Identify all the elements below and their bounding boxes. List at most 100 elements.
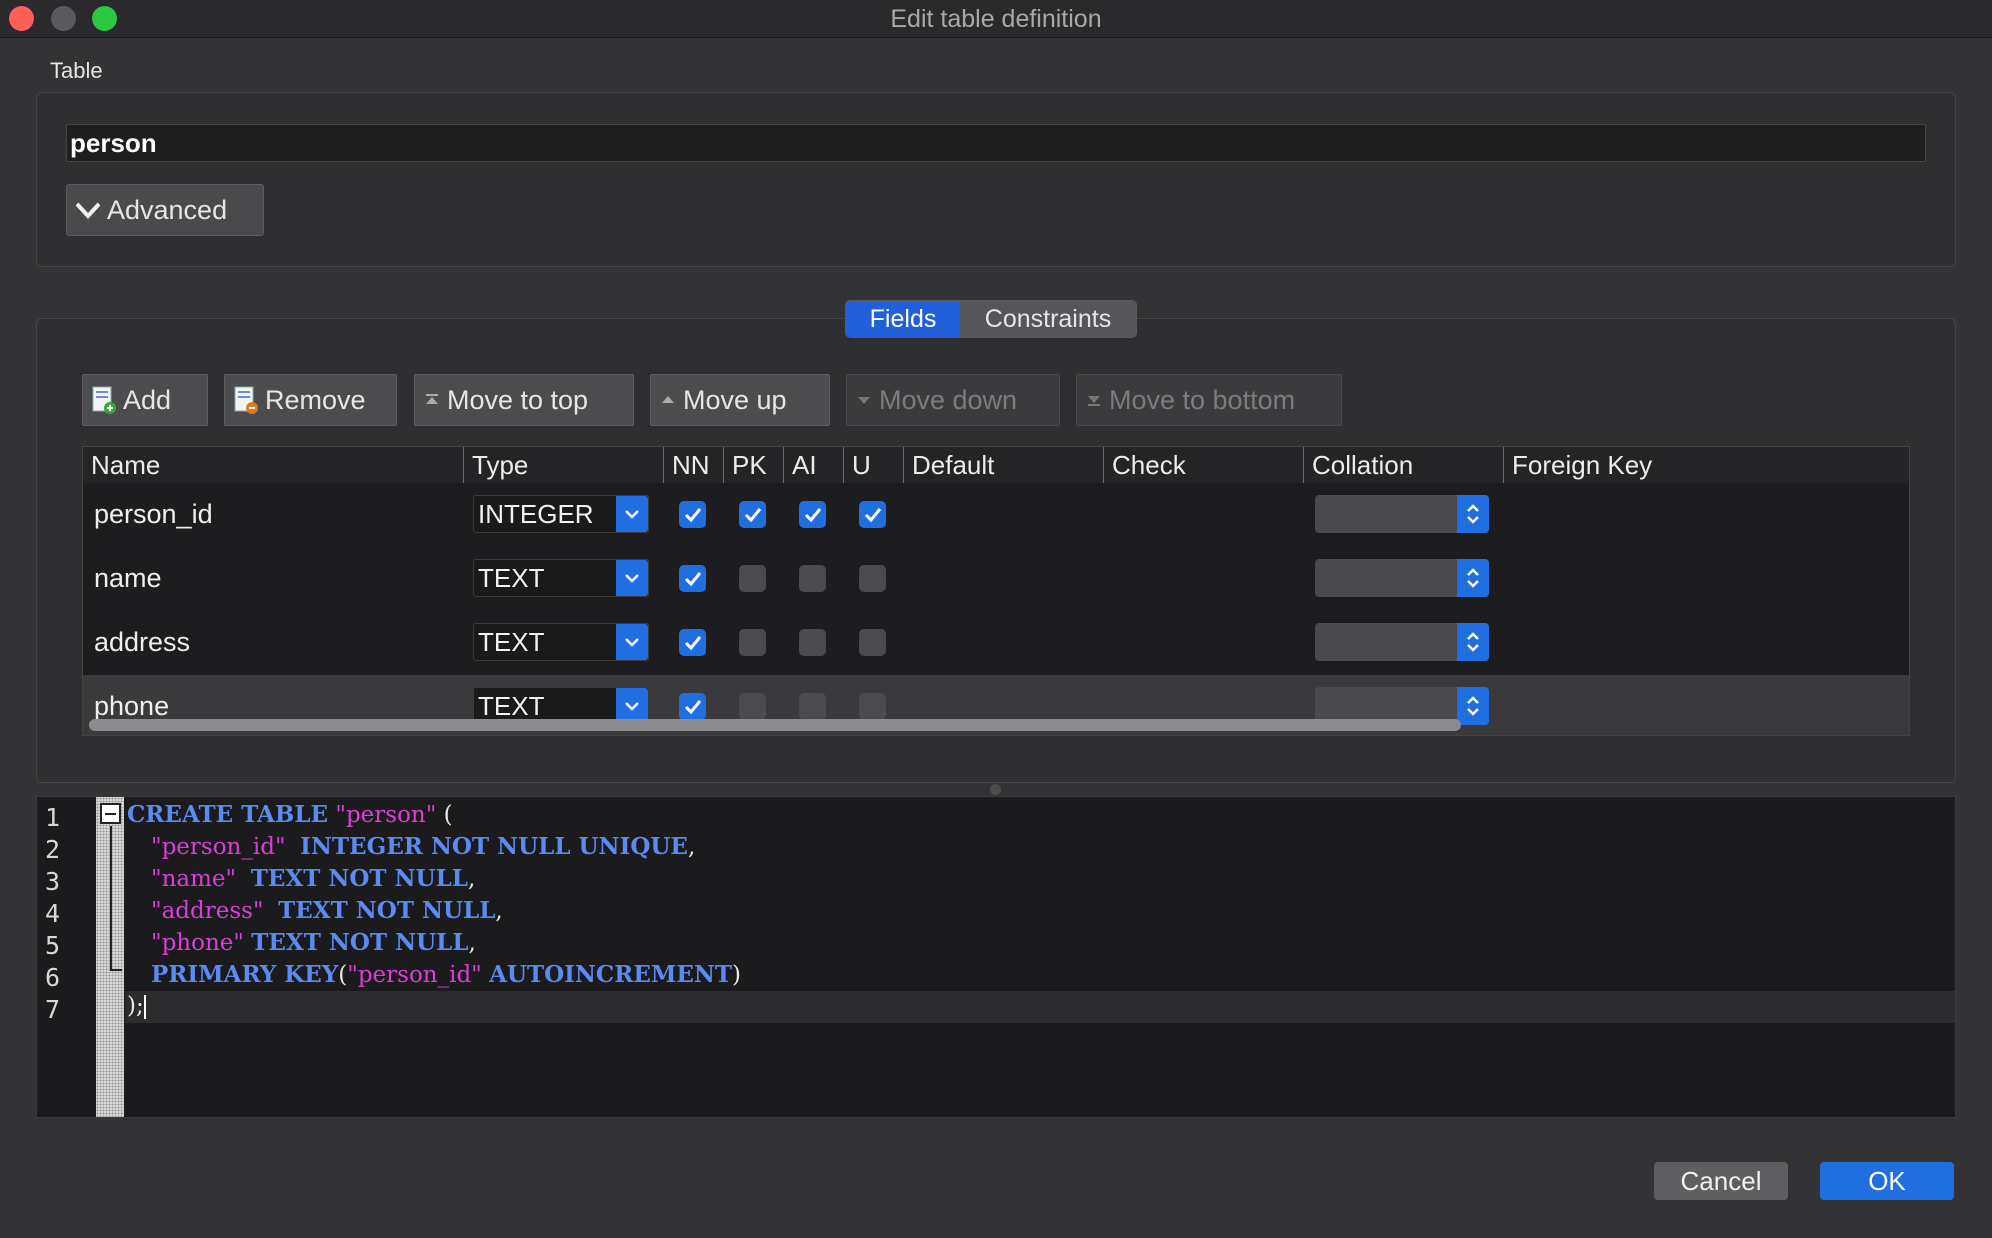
nn-checkbox[interactable] — [679, 693, 706, 720]
collation-select[interactable] — [1315, 623, 1489, 661]
splitter-handle[interactable] — [990, 784, 1001, 795]
sql-keyword: CREATE TABLE — [127, 801, 329, 828]
field-name-cell[interactable]: address — [94, 627, 190, 658]
chevron-down-icon — [616, 560, 648, 596]
column-header-collation[interactable]: Collation — [1303, 447, 1503, 483]
u-checkbox[interactable] — [859, 629, 886, 656]
code-line: "person_id" INTEGER NOT NULL UNIQUE, — [151, 833, 695, 860]
move-to-bottom-button[interactable]: Move to bottom — [1076, 374, 1342, 426]
table-header: Name Type NN PK AI U Default Check Colla… — [83, 447, 1909, 483]
pk-checkbox[interactable] — [739, 501, 766, 528]
sql-string: "person_id" — [347, 962, 482, 988]
line-number: 3 — [45, 867, 61, 896]
code-line: "address" TEXT NOT NULL, — [151, 897, 503, 924]
column-header-nn[interactable]: NN — [663, 447, 723, 483]
line-number: 2 — [45, 835, 61, 864]
code-line: PRIMARY KEY("person_id" AUTOINCREMENT) — [151, 961, 741, 988]
move-to-bottom-label: Move to bottom — [1109, 384, 1296, 415]
sql-keyword: AUTOINCREMENT — [489, 961, 732, 988]
move-down-button[interactable]: Move down — [846, 374, 1060, 426]
sql-keyword: INTEGER NOT NULL UNIQUE — [300, 833, 688, 860]
column-header-foreign-key[interactable]: Foreign Key — [1503, 447, 1909, 483]
sql-string: "phone" — [151, 930, 244, 956]
title-bar: Edit table definition — [0, 0, 1992, 38]
move-up-button[interactable]: Move up — [650, 374, 830, 426]
nn-checkbox[interactable] — [679, 501, 706, 528]
column-header-ai[interactable]: AI — [783, 447, 843, 483]
stepper-updown-icon — [1457, 559, 1489, 597]
u-checkbox[interactable] — [859, 693, 886, 720]
pk-checkbox[interactable] — [739, 565, 766, 592]
field-type-value: TEXT — [478, 627, 545, 657]
chevron-down-icon — [616, 496, 648, 532]
ai-checkbox[interactable] — [799, 629, 826, 656]
table-row[interactable]: name TEXT — [83, 547, 1909, 611]
ai-checkbox[interactable] — [799, 565, 826, 592]
remove-field-button[interactable]: Remove — [224, 374, 397, 426]
horizontal-scrollbar[interactable] — [89, 719, 1461, 731]
chevron-down-icon — [616, 624, 648, 660]
table-group — [36, 92, 1956, 267]
text-caret — [143, 995, 146, 1019]
checkmark-icon — [684, 571, 701, 586]
move-to-top-button[interactable]: Move to top — [414, 374, 634, 426]
field-name-cell[interactable]: person_id — [94, 499, 213, 530]
tab-bar: Fields Constraints — [845, 300, 1137, 338]
remove-field-icon — [233, 385, 259, 415]
collation-select[interactable] — [1315, 559, 1489, 597]
sql-keyword: TEXT NOT NULL — [278, 897, 496, 924]
sql-punctuation: , — [495, 898, 503, 924]
line-number: 1 — [45, 803, 61, 832]
code-line: "name" TEXT NOT NULL, — [151, 865, 475, 892]
fold-collapse-icon[interactable] — [100, 803, 121, 824]
u-checkbox[interactable] — [859, 565, 886, 592]
table-row[interactable]: person_id INTEGER — [83, 483, 1909, 547]
tab-fields[interactable]: Fields — [846, 301, 960, 337]
field-type-select[interactable]: TEXT — [473, 559, 649, 597]
pk-checkbox[interactable] — [739, 693, 766, 720]
table-name-input[interactable] — [66, 124, 1926, 162]
field-name-cell[interactable]: name — [94, 563, 162, 594]
field-name-cell[interactable]: phone — [94, 691, 169, 722]
stepper-updown-icon — [1457, 687, 1489, 725]
field-type-value: TEXT — [478, 691, 545, 721]
line-number: 5 — [45, 931, 61, 960]
ok-button[interactable]: OK — [1820, 1162, 1954, 1200]
field-type-select[interactable]: TEXT — [473, 623, 649, 661]
sql-punctuation: , — [687, 834, 696, 860]
sql-string: "person" — [335, 802, 437, 828]
column-header-name[interactable]: Name — [83, 447, 463, 483]
column-header-u[interactable]: U — [843, 447, 903, 483]
sql-punctuation: ( — [338, 962, 348, 988]
sql-string: "person_id" — [151, 834, 286, 860]
fold-guide-line — [110, 826, 112, 971]
move-to-top-icon — [423, 391, 441, 409]
collation-select[interactable] — [1315, 495, 1489, 533]
pk-checkbox[interactable] — [739, 629, 766, 656]
sql-punctuation: ( — [436, 802, 453, 828]
nn-checkbox[interactable] — [679, 629, 706, 656]
remove-label: Remove — [265, 384, 366, 415]
field-type-select[interactable]: INTEGER — [473, 495, 649, 533]
table-row[interactable]: address TEXT — [83, 611, 1909, 675]
ai-checkbox[interactable] — [799, 501, 826, 528]
column-header-check[interactable]: Check — [1103, 447, 1303, 483]
checkmark-icon — [744, 507, 761, 522]
add-field-icon — [91, 385, 117, 415]
u-checkbox[interactable] — [859, 501, 886, 528]
advanced-toggle-button[interactable]: Advanced — [66, 184, 264, 236]
column-header-pk[interactable]: PK — [723, 447, 783, 483]
sql-preview-editor[interactable]: 1 2 3 4 5 6 7 CREATE TABLE "person" ( "p… — [36, 796, 1956, 1118]
column-header-default[interactable]: Default — [903, 447, 1103, 483]
window-title: Edit table definition — [890, 5, 1102, 33]
ai-checkbox[interactable] — [799, 693, 826, 720]
checkmark-icon — [804, 507, 821, 522]
cancel-button[interactable]: Cancel — [1654, 1162, 1788, 1200]
line-number: 6 — [45, 963, 61, 992]
nn-checkbox[interactable] — [679, 565, 706, 592]
column-header-type[interactable]: Type — [463, 447, 663, 483]
add-field-button[interactable]: Add — [82, 374, 208, 426]
table-group-label: Table — [50, 58, 103, 83]
tab-constraints[interactable]: Constraints — [960, 301, 1136, 337]
current-line-highlight — [125, 991, 1955, 1023]
